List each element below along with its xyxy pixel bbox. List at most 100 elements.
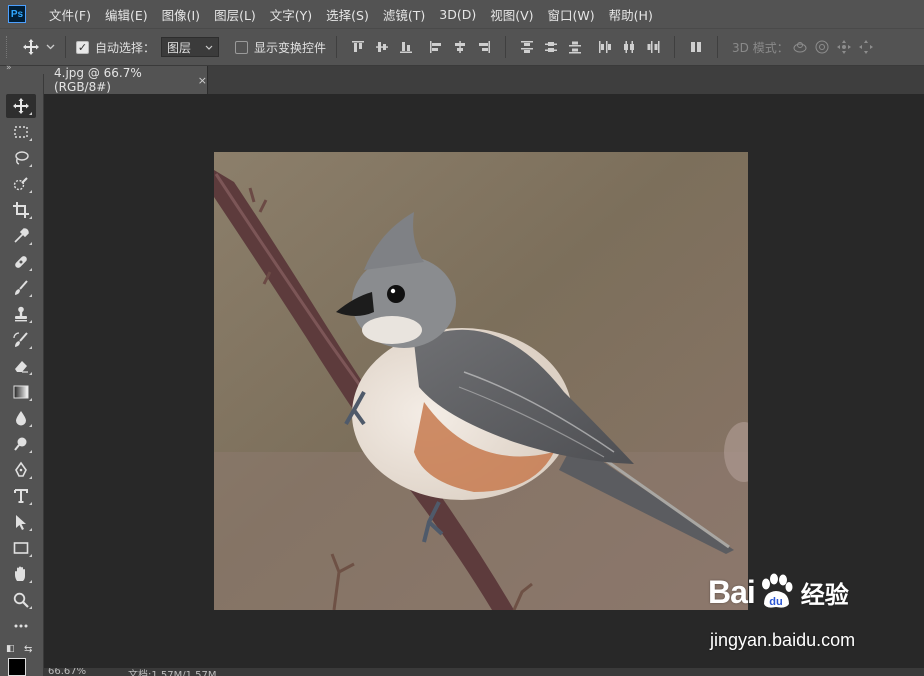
- distribute-hcenter-icon: [624, 41, 635, 53]
- drop-icon: [16, 411, 26, 426]
- pan-3d-button[interactable]: [833, 36, 855, 58]
- distribute-vertical-centers-button[interactable]: [540, 36, 562, 58]
- menu-select[interactable]: 选择(S): [319, 0, 376, 28]
- pen-tool[interactable]: [6, 458, 36, 482]
- menu-layer[interactable]: 图层(L): [207, 0, 263, 28]
- align-horizontal-group: [425, 36, 495, 58]
- eyedropper-tool[interactable]: [6, 224, 36, 248]
- rectangular-marquee-tool[interactable]: [6, 120, 36, 144]
- auto-select-checkbox[interactable]: [76, 40, 89, 54]
- menu-window[interactable]: 窗口(W): [541, 0, 602, 28]
- quick-selection-tool[interactable]: [6, 172, 36, 196]
- orbit-3d-button[interactable]: [789, 36, 811, 58]
- ellipsis-icon: [14, 624, 28, 628]
- move-icon: [13, 98, 29, 114]
- foreground-color-swatch[interactable]: [8, 658, 26, 676]
- align-vertical-centers-button[interactable]: [371, 36, 393, 58]
- quick-selection-icon: [13, 177, 28, 191]
- auto-select-target-value: 图层: [167, 40, 192, 55]
- dodge-icon: [14, 437, 27, 451]
- align-bottom-icon: [400, 42, 413, 53]
- roll-3d-button[interactable]: [811, 36, 833, 58]
- swap-colors-icon[interactable]: ⇆: [24, 644, 32, 655]
- healing-brush-tool[interactable]: [6, 250, 36, 274]
- watermark-brand-right: 经验: [800, 580, 849, 609]
- chevron-down-icon: [46, 44, 55, 50]
- distribute-horizontal-group: [594, 36, 664, 58]
- distribute-left-icon: [599, 41, 612, 53]
- distribute-vertical-group: [516, 36, 586, 58]
- align-right-edges-button[interactable]: [473, 36, 495, 58]
- auto-align-layers-button[interactable]: [685, 36, 707, 58]
- chevron-down-icon: [205, 45, 213, 50]
- menu-help[interactable]: 帮助(H): [602, 0, 660, 28]
- zoom-tool[interactable]: [6, 588, 36, 612]
- move-tool[interactable]: [6, 94, 36, 118]
- menu-filter[interactable]: 滤镜(T): [376, 0, 432, 28]
- auto-select-target-dropdown[interactable]: 图层: [161, 37, 220, 57]
- tool-preset-picker[interactable]: [22, 38, 55, 56]
- brush-tool[interactable]: [6, 276, 36, 300]
- type-tool[interactable]: [6, 484, 36, 508]
- hand-tool[interactable]: [6, 562, 36, 586]
- toolbar-collapse-strip[interactable]: »: [0, 63, 44, 74]
- menu-view[interactable]: 视图(V): [483, 0, 540, 28]
- close-icon[interactable]: ×: [198, 74, 207, 87]
- distribute-horizontal-centers-button[interactable]: [618, 36, 640, 58]
- document-tab[interactable]: 4.jpg @ 66.7%(RGB/8#) ×: [44, 66, 208, 94]
- menu-file[interactable]: 文件(F): [42, 0, 98, 28]
- dodge-tool[interactable]: [6, 432, 36, 456]
- marquee-icon: [14, 126, 28, 138]
- paw-icon: du: [761, 573, 793, 608]
- path-selection-tool[interactable]: [6, 510, 36, 534]
- crop-tool[interactable]: [6, 198, 36, 222]
- distribute-left-button[interactable]: [594, 36, 616, 58]
- type-icon: [14, 489, 28, 503]
- menu-edit[interactable]: 编辑(E): [98, 0, 155, 28]
- align-right-icon: [479, 41, 491, 53]
- clone-stamp-tool[interactable]: [6, 302, 36, 326]
- options-bar-grip[interactable]: [6, 36, 10, 58]
- photoshop-logo-icon[interactable]: Ps: [8, 5, 26, 23]
- slide-3d-button[interactable]: [855, 36, 877, 58]
- default-colors-icon[interactable]: ◧: [6, 644, 15, 654]
- align-hcenter-icon: [455, 41, 466, 53]
- blur-tool[interactable]: [6, 406, 36, 430]
- auto-align-icon: [691, 42, 702, 52]
- zoom-level[interactable]: 66.67%: [48, 668, 86, 676]
- distribute-top-button[interactable]: [516, 36, 538, 58]
- show-transform-checkbox[interactable]: [235, 40, 249, 54]
- align-left-edges-button[interactable]: [425, 36, 447, 58]
- eraser-tool[interactable]: [6, 354, 36, 378]
- auto-select-label: 自动选择：: [95, 40, 156, 55]
- magnifier-icon: [13, 592, 29, 608]
- align-horizontal-centers-button[interactable]: [449, 36, 471, 58]
- distribute-bottom-button[interactable]: [564, 36, 586, 58]
- document-image[interactable]: [214, 152, 748, 610]
- history-brush-tool[interactable]: [6, 328, 36, 352]
- orbit-3d-icon: [793, 42, 807, 53]
- align-top-edges-button[interactable]: [347, 36, 369, 58]
- menu-image[interactable]: 图像(I): [155, 0, 207, 28]
- stamp-icon: [15, 306, 27, 322]
- distribute-right-icon: [647, 41, 660, 53]
- history-brush-icon: [13, 332, 28, 347]
- menu-type[interactable]: 文字(Y): [263, 0, 319, 28]
- watermark-url: jingyan.baidu.com: [710, 630, 856, 650]
- more-tools-button[interactable]: [6, 614, 36, 638]
- show-transform-label: 显示变换控件: [254, 40, 327, 55]
- align-bottom-edges-button[interactable]: [395, 36, 417, 58]
- align-vertical-group: [347, 36, 417, 58]
- lasso-tool[interactable]: [6, 146, 36, 170]
- separator: [674, 36, 676, 58]
- align-left-icon: [430, 41, 442, 53]
- distribute-right-button[interactable]: [642, 36, 664, 58]
- menu-3d[interactable]: 3D(D): [432, 0, 483, 28]
- distribute-vcenter-icon: [545, 42, 558, 52]
- align-vcenter-icon: [376, 42, 389, 52]
- rectangle-tool[interactable]: [6, 536, 36, 560]
- gradient-tool[interactable]: [6, 380, 36, 404]
- options-bar: 自动选择： 图层 显示变换控件 3D 模式：: [0, 28, 924, 66]
- menu-bar: Ps 文件(F) 编辑(E) 图像(I) 图层(L) 文字(Y) 选择(S) 滤…: [0, 0, 924, 28]
- double-chevron-icon: »: [6, 63, 12, 73]
